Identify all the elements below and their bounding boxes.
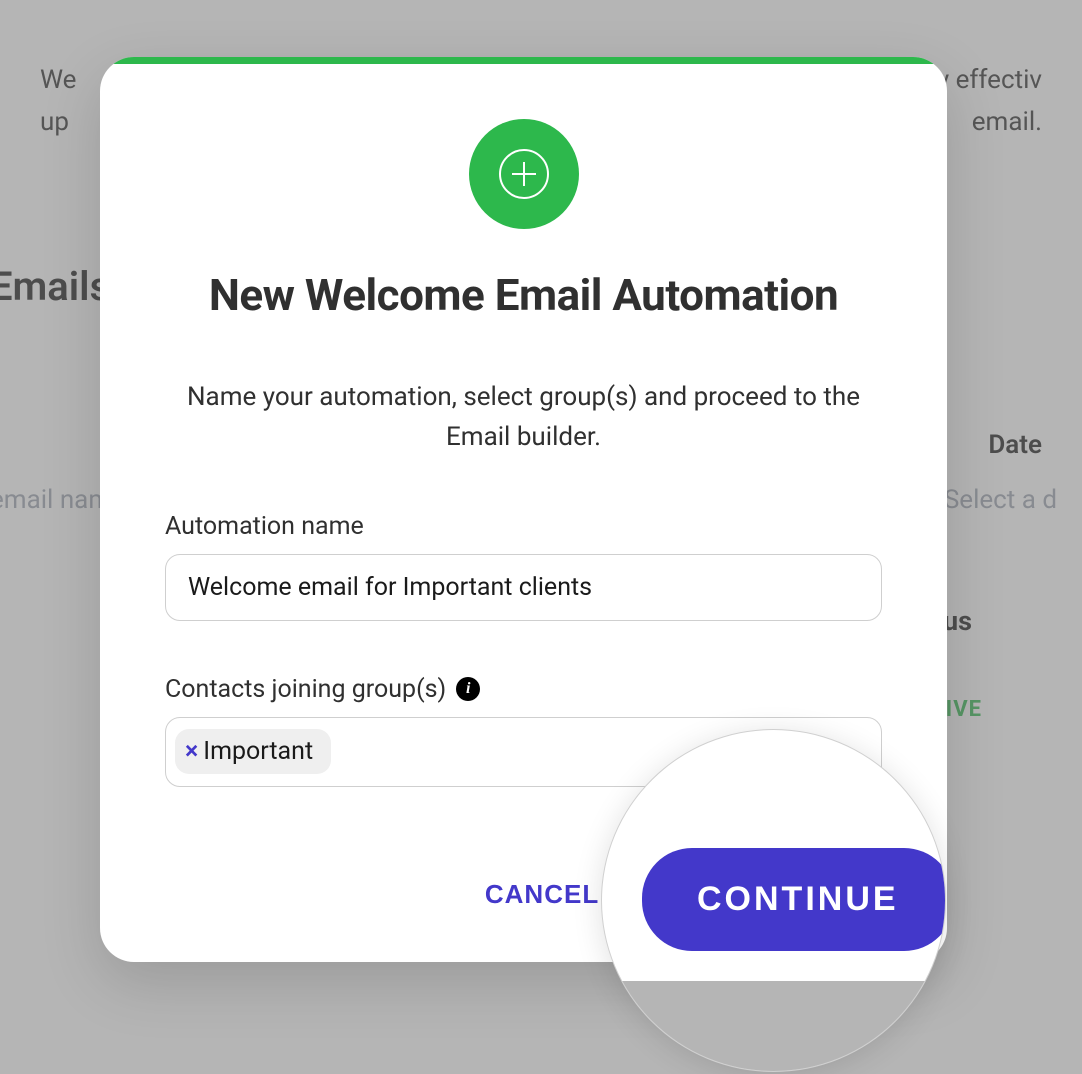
modal-title: New Welcome Email Automation xyxy=(165,269,882,321)
automation-name-input[interactable] xyxy=(165,554,882,621)
group-tag-label: Important xyxy=(203,737,313,766)
info-icon[interactable]: i xyxy=(456,677,480,701)
modal-subtitle: Name your automation, select group(s) an… xyxy=(165,377,882,458)
label-text: Automation name xyxy=(165,512,364,541)
cancel-button[interactable]: CANCEL xyxy=(485,879,599,910)
magnifier-lens: CONTINUE xyxy=(601,729,946,1072)
label-text: Contacts joining group(s) xyxy=(165,675,446,704)
continue-button-zoom[interactable]: CONTINUE xyxy=(642,848,946,951)
automation-name-label: Automation name xyxy=(165,512,882,541)
modal-accent-bar xyxy=(100,57,947,64)
lens-overlay-strip xyxy=(602,981,945,1071)
plus-icon xyxy=(469,119,579,229)
groups-label: Contacts joining group(s) i xyxy=(165,675,882,704)
group-tag: × Important xyxy=(175,729,331,774)
remove-tag-icon[interactable]: × xyxy=(185,737,198,766)
